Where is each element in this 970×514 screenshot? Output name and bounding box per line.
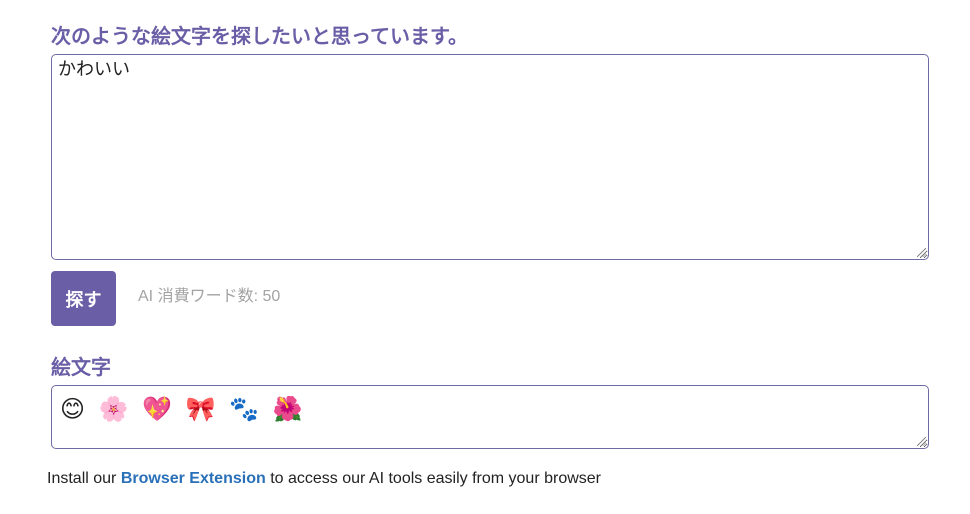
emoji-finder-page: 次のような絵文字を探したいと思っています。 かわいい 探す AI 消費ワード数:… xyxy=(0,0,970,514)
emoji-item: 🌸 xyxy=(98,395,129,423)
browser-extension-link[interactable]: Browser Extension xyxy=(121,470,266,487)
emoji-item: 🐾 xyxy=(229,395,260,423)
emoji-list: 😊 🌸 💖 🎀 🐾 🌺 xyxy=(60,392,920,426)
footer-prefix: Install our xyxy=(47,470,121,487)
footer-install-note: Install our Browser Extension to access … xyxy=(47,468,601,490)
emoji-item: 💖 xyxy=(142,395,173,423)
emoji-item: 🎀 xyxy=(185,395,216,423)
word-count-text: AI 消費ワード数: 50 xyxy=(138,288,281,305)
query-label: 次のような絵文字を探したいと思っています。 xyxy=(51,24,468,48)
query-text: かわいい xyxy=(58,59,130,80)
search-button[interactable]: 探す xyxy=(51,271,116,326)
emoji-result-label: 絵文字 xyxy=(51,355,111,379)
resize-handle-icon[interactable] xyxy=(917,248,926,257)
resize-handle-icon[interactable] xyxy=(917,437,926,446)
emoji-result-textarea[interactable]: 😊 🌸 💖 🎀 🐾 🌺 xyxy=(51,385,929,449)
emoji-item: 😊 xyxy=(60,395,86,423)
footer-suffix: to access our AI tools easily from your … xyxy=(265,470,601,487)
emoji-item: 🌺 xyxy=(272,395,303,423)
query-textarea[interactable]: かわいい xyxy=(51,54,929,260)
